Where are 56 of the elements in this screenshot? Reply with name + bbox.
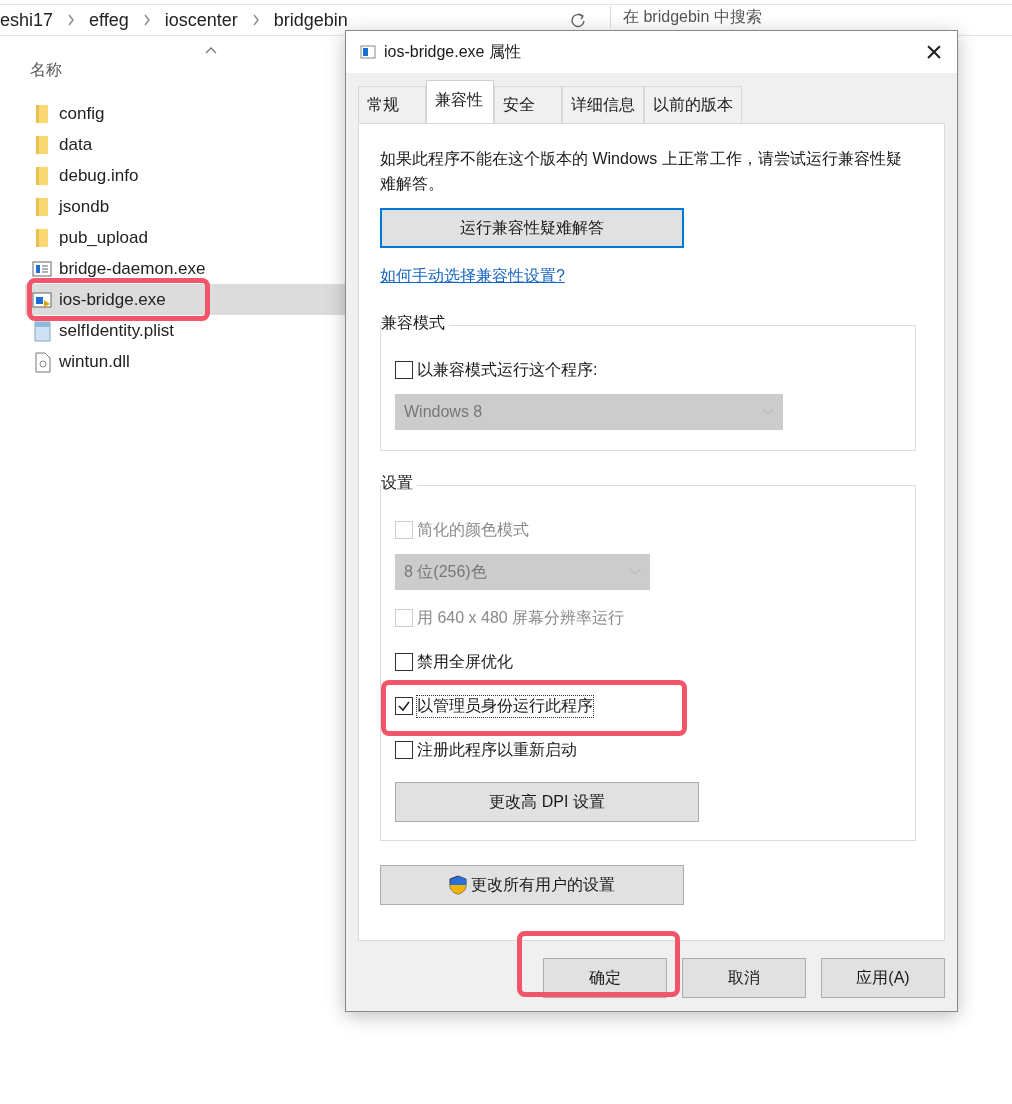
checkbox-label: 以管理员身份运行此程序 bbox=[417, 695, 593, 717]
tab[interactable]: 安全 bbox=[494, 86, 562, 123]
help-link[interactable]: 如何手动选择兼容性设置? bbox=[380, 266, 565, 287]
check-icon bbox=[397, 699, 411, 713]
window-icon bbox=[360, 44, 376, 60]
description-text: 如果此程序不能在这个版本的 Windows 上正常工作，请尝试运行兼容性疑难解答。 bbox=[380, 149, 903, 194]
file-row[interactable]: debug.info bbox=[25, 160, 345, 191]
chevron-right-icon bbox=[142, 14, 151, 26]
file-name: jsondb bbox=[59, 196, 110, 217]
tab[interactable]: 兼容性 bbox=[426, 80, 494, 123]
column-header[interactable]: 名称 bbox=[30, 60, 62, 81]
chevron-right-icon bbox=[251, 14, 260, 26]
shield-icon bbox=[449, 875, 467, 895]
close-button[interactable]: × bbox=[911, 35, 957, 69]
file-row[interactable]: config bbox=[25, 98, 345, 129]
file-row[interactable]: pub_upload bbox=[25, 222, 345, 253]
file-name: bridge-daemon.exe bbox=[59, 258, 206, 279]
breadcrumb-item[interactable]: ioscenter bbox=[164, 9, 238, 31]
breadcrumb-item[interactable]: eshi17 bbox=[0, 9, 54, 31]
sort-caret-icon bbox=[205, 46, 217, 54]
breadcrumb-item[interactable]: effeg bbox=[89, 9, 129, 31]
troubleshoot-button[interactable]: 运行兼容性疑难解答 bbox=[380, 208, 684, 248]
file-name: ios-bridge.exe bbox=[59, 289, 166, 310]
checkbox-label: 禁用全屏优化 bbox=[417, 651, 513, 672]
window-title: ios-bridge.exe 属性 bbox=[384, 41, 522, 62]
tab[interactable]: 以前的版本 bbox=[644, 86, 742, 123]
document-icon bbox=[32, 319, 52, 342]
tab[interactable]: 常规 bbox=[358, 86, 426, 123]
file-row[interactable]: wintun.dll bbox=[25, 346, 345, 377]
breadcrumb-item[interactable]: bridgebin bbox=[273, 9, 348, 31]
checkbox[interactable] bbox=[395, 361, 413, 379]
tab[interactable]: 详细信息 bbox=[562, 86, 644, 123]
dialog-button[interactable]: 取消 bbox=[682, 958, 806, 998]
file-row[interactable]: ios-bridge.exe bbox=[25, 284, 345, 315]
file-name: data bbox=[59, 134, 93, 155]
file-row[interactable]: bridge-daemon.exe bbox=[25, 253, 345, 284]
checkbox-label: 用 640 x 480 屏幕分辨率运行 bbox=[417, 607, 625, 628]
checkbox-label: 以兼容模式运行这个程序: bbox=[417, 359, 598, 380]
checkbox-label: 简化的颜色模式 bbox=[417, 519, 529, 540]
all-users-button[interactable]: 更改所有用户的设置 bbox=[380, 865, 684, 905]
file-row[interactable]: jsondb bbox=[25, 191, 345, 222]
dialog-button[interactable]: 应用(A) bbox=[821, 958, 945, 998]
refresh-icon[interactable] bbox=[570, 12, 586, 28]
checkbox[interactable] bbox=[395, 653, 413, 671]
file-name: pub_upload bbox=[59, 227, 148, 248]
file-name: debug.info bbox=[59, 165, 139, 186]
checkbox[interactable] bbox=[395, 697, 413, 715]
file-row[interactable]: data bbox=[25, 129, 345, 160]
file-row[interactable]: selfIdentity.plist bbox=[25, 315, 345, 346]
dpi-settings-button[interactable]: 更改高 DPI 设置 bbox=[395, 782, 699, 822]
file-name: config bbox=[59, 103, 105, 124]
chevron-right-icon bbox=[67, 14, 76, 26]
file-name: wintun.dll bbox=[59, 351, 130, 372]
checkbox-label: 注册此程序以重新启动 bbox=[417, 739, 577, 760]
checkbox[interactable] bbox=[395, 741, 413, 759]
file-name: selfIdentity.plist bbox=[59, 320, 174, 341]
